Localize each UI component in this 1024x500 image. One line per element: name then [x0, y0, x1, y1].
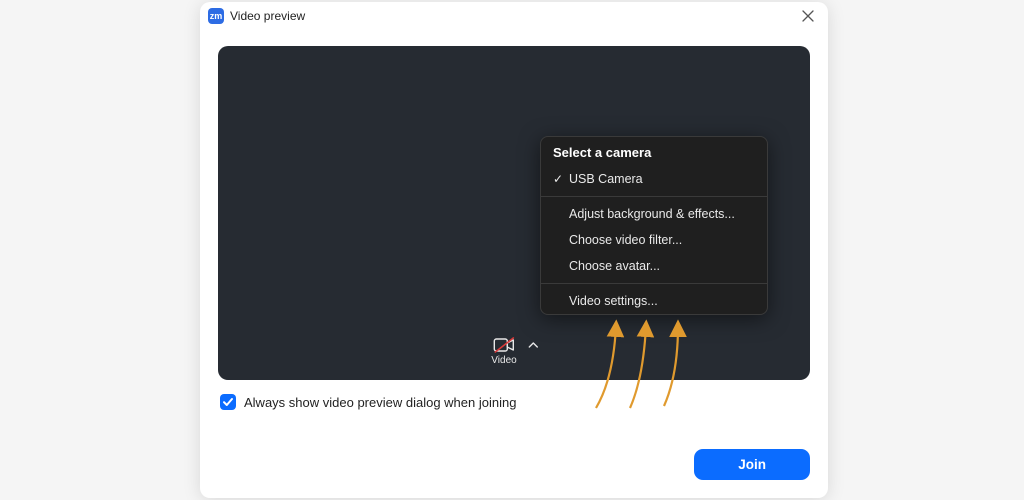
menu-separator	[541, 283, 767, 284]
checkmark-icon: ✓	[553, 172, 569, 186]
join-button[interactable]: Join	[694, 449, 810, 480]
video-control-group: Video	[481, 331, 546, 370]
camera-menu: Select a camera ✓ USB Camera Adjust back…	[540, 136, 768, 315]
menu-item-video-settings[interactable]: Video settings...	[541, 288, 767, 314]
always-show-preview-row: Always show video preview dialog when jo…	[220, 394, 808, 410]
titlebar: zm Video preview	[200, 2, 828, 30]
video-preview-dialog: zm Video preview Video	[200, 2, 828, 498]
video-preview-area: Video Select a camera ✓ USB Camera Adjus…	[218, 46, 810, 380]
close-icon[interactable]	[796, 4, 820, 28]
menu-item-adjust-background[interactable]: Adjust background & effects...	[541, 201, 767, 227]
app-icon: zm	[208, 8, 224, 24]
always-show-preview-checkbox[interactable]	[220, 394, 236, 410]
menu-item-label: Video settings...	[569, 294, 658, 308]
menu-item-label: Adjust background & effects...	[569, 207, 735, 221]
video-toggle-button[interactable]: Video	[487, 335, 520, 368]
menu-item-label: Choose video filter...	[569, 233, 682, 247]
menu-item-label: Choose avatar...	[569, 259, 660, 273]
video-toggle-label: Video	[491, 355, 516, 366]
camera-option-label: USB Camera	[569, 172, 643, 186]
menu-item-choose-filter[interactable]: Choose video filter...	[541, 227, 767, 253]
window-title: Video preview	[230, 9, 305, 23]
video-menu-chevron-icon[interactable]	[527, 337, 541, 366]
menu-separator	[541, 196, 767, 197]
camera-option-usb[interactable]: ✓ USB Camera	[541, 166, 767, 192]
camera-menu-header: Select a camera	[541, 137, 767, 166]
video-off-icon	[493, 337, 515, 353]
always-show-preview-label: Always show video preview dialog when jo…	[244, 395, 516, 410]
dialog-button-row: Join	[200, 449, 828, 498]
menu-item-choose-avatar[interactable]: Choose avatar...	[541, 253, 767, 279]
